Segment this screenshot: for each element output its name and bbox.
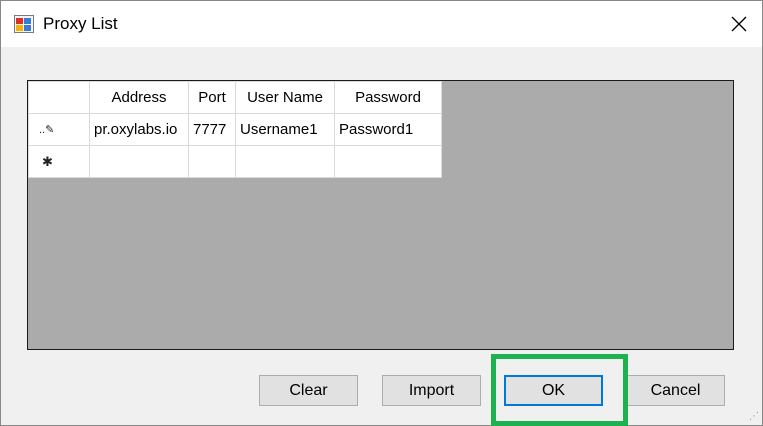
new-cell-address[interactable] — [89, 145, 189, 178]
import-button[interactable]: Import — [382, 375, 481, 406]
close-button[interactable] — [719, 7, 759, 41]
edit-pencil-icon: ..✎ — [39, 124, 55, 136]
cell-username[interactable]: Username1 — [235, 113, 335, 146]
new-cell-port[interactable] — [188, 145, 236, 178]
column-header-username[interactable]: User Name — [235, 81, 335, 114]
row-header-corner[interactable] — [28, 81, 90, 114]
proxy-grid[interactable]: Address Port User Name Password ..✎ pr.o… — [27, 80, 734, 350]
app-icon — [14, 15, 34, 33]
close-icon — [731, 16, 747, 32]
table-row: ..✎ pr.oxylabs.io 7777 Username1 Passwor… — [28, 113, 442, 146]
new-cell-username[interactable] — [235, 145, 335, 178]
resize-grip-icon[interactable]: ⋰ — [749, 411, 759, 422]
new-row-header[interactable]: ✱ — [28, 145, 90, 178]
clear-button[interactable]: Clear — [259, 375, 358, 406]
new-row-asterisk-icon: ✱ — [42, 154, 53, 169]
ok-highlight-box — [491, 354, 628, 426]
cancel-button[interactable]: Cancel — [626, 375, 725, 406]
cell-password[interactable]: Password1 — [334, 113, 442, 146]
proxy-list-dialog: Proxy List Address Port User Name Passwo… — [0, 0, 763, 426]
row-header[interactable]: ..✎ — [28, 113, 90, 146]
column-header-port[interactable]: Port — [188, 81, 236, 114]
header-row: Address Port User Name Password — [28, 81, 442, 114]
title-bar: Proxy List — [1, 1, 762, 47]
cell-address[interactable]: pr.oxylabs.io — [89, 113, 189, 146]
new-cell-password[interactable] — [334, 145, 442, 178]
new-row: ✱ — [28, 145, 442, 178]
column-header-address[interactable]: Address — [89, 81, 189, 114]
column-header-password[interactable]: Password — [334, 81, 442, 114]
proxy-table: Address Port User Name Password ..✎ pr.o… — [28, 81, 442, 178]
window-title: Proxy List — [43, 14, 118, 33]
cell-port[interactable]: 7777 — [188, 113, 236, 146]
